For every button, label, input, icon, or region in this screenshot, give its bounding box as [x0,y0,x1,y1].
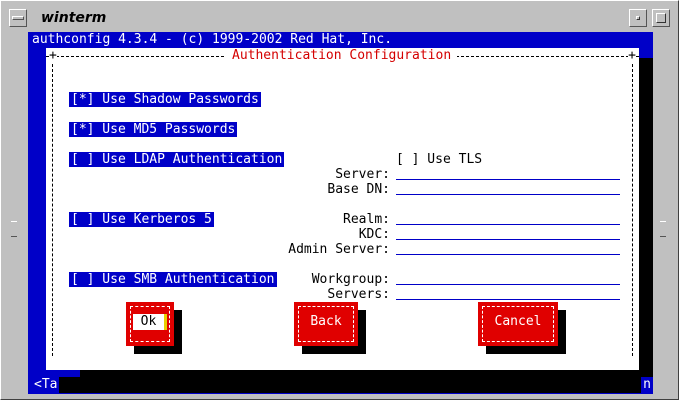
shadow-passwords-checkbox[interactable]: [*] Use Shadow Passwords [69,92,261,107]
terminal-header-line: authconfig 4.3.4 - (c) 1999-2002 Red Hat… [32,32,393,47]
admin-server-label: Admin Server: [288,242,390,257]
back-button[interactable]: Back [294,302,358,346]
kdc-label: KDC: [358,227,390,242]
terminal-area[interactable]: authconfig 4.3.4 - (c) 1999-2002 Red Hat… [28,32,653,394]
kerberos-checkbox[interactable]: [ ] Use Kerberos 5 [69,212,214,227]
maximize-button[interactable] [652,9,670,27]
workgroup-label: Workgroup: [311,272,390,287]
window-menu-button[interactable] [9,9,27,27]
servers-input[interactable] [396,287,620,300]
server-label: Server: [335,167,390,182]
servers-label: Servers: [327,287,390,302]
ok-button-label: Ok [132,314,168,330]
server-input[interactable] [396,167,620,180]
cancel-button-label: Cancel [494,314,542,329]
kdc-input[interactable] [396,227,620,240]
window-frame: winterm authconfig 4.3.4 - (c) 1999-2002… [0,0,679,400]
terminal-status-line: <Ta n [28,377,653,393]
base-dn-input[interactable] [396,182,620,195]
window-title: winterm [41,10,107,26]
md5-passwords-checkbox[interactable]: [*] Use MD5 Passwords [69,122,238,137]
ok-button[interactable]: Ok [126,302,174,346]
auth-config-dialog: + Authentication Configuration + [*] Use… [46,48,639,370]
status-hint-right: n [641,377,653,393]
minimize-icon [636,16,640,20]
status-hint-left: <Ta [28,377,60,393]
ldap-auth-checkbox[interactable]: [ ] Use LDAP Authentication [69,152,285,167]
dialog-title: Authentication Configuration [226,48,458,64]
title-bar[interactable]: winterm [7,7,674,29]
workgroup-input[interactable] [396,272,620,285]
back-button-label: Back [310,314,342,329]
dialog-border-left [52,64,53,356]
use-tls-checkbox[interactable]: [ ] Use TLS [396,152,482,167]
maximize-icon [656,13,666,23]
base-dn-label: Base DN: [327,182,390,197]
cancel-button[interactable]: Cancel [478,302,558,346]
realm-input[interactable] [396,212,620,225]
minimize-button[interactable] [629,9,647,27]
dialog-border-right [632,64,633,356]
smb-auth-checkbox[interactable]: [ ] Use SMB Authentication [69,272,277,287]
admin-server-input[interactable] [396,242,620,255]
realm-label: Realm: [343,212,390,227]
left-resize-handle[interactable] [11,221,17,237]
dialog-border-top: + Authentication Configuration + [46,48,639,64]
right-resize-handle[interactable] [660,221,666,237]
menu-bar-icon [12,16,24,20]
